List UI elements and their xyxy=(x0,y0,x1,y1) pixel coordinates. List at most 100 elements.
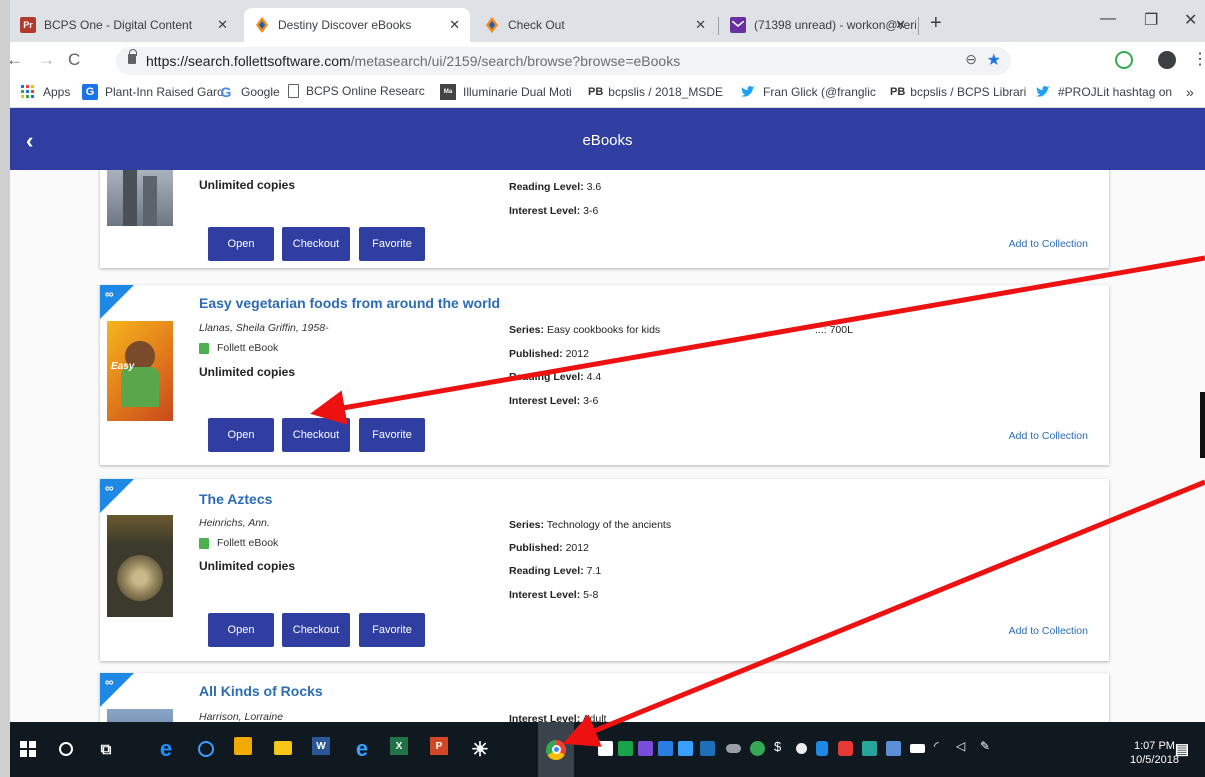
infinity-icon: ∞ xyxy=(105,675,114,689)
bookmark-label: #PROJLit hashtag on xyxy=(1058,85,1173,99)
restore-button[interactable]: ❐ xyxy=(1144,10,1158,30)
new-tab-button[interactable]: + xyxy=(930,12,942,35)
add-to-collection-link[interactable]: Add to Collection xyxy=(1009,238,1088,250)
meta-label: Interest Level: xyxy=(509,589,581,601)
close-icon[interactable]: ✕ xyxy=(217,17,228,33)
tab-separator xyxy=(718,17,719,35)
bookmark-apps[interactable]: Apps xyxy=(20,84,70,100)
bookmark-label: Apps xyxy=(43,85,71,99)
word-icon[interactable]: W xyxy=(312,737,330,755)
open-button[interactable]: Open xyxy=(208,227,274,261)
edge-icon[interactable]: e xyxy=(154,736,178,761)
meta-value: 2012 xyxy=(565,542,589,554)
address-bar[interactable]: https://search.follettsoftware.com/metas… xyxy=(116,47,1011,75)
app-tray-icon[interactable] xyxy=(618,741,633,756)
tab-label: BCPS One - Digital Content xyxy=(44,18,193,32)
app-tray-icon[interactable] xyxy=(700,741,715,756)
tab-check-out[interactable]: Check Out ✕ xyxy=(474,8,716,42)
open-button[interactable]: Open xyxy=(208,613,274,647)
infinity-icon: ∞ xyxy=(105,481,114,495)
close-icon[interactable]: ✕ xyxy=(895,17,906,33)
book-title[interactable]: The Aztecs xyxy=(199,491,272,507)
back-arrow-icon[interactable]: ← xyxy=(10,50,23,70)
screen: Pr BCPS One - Digital Content ✕ Destiny … xyxy=(10,0,1205,777)
published: Published: 2012 xyxy=(509,348,589,360)
close-icon[interactable]: ✕ xyxy=(695,17,706,33)
add-to-collection-link[interactable]: Add to Collection xyxy=(1009,430,1088,442)
bookmark-plant-inn[interactable]: G Plant-Inn Raised Garo xyxy=(82,84,224,100)
apps-grid-icon xyxy=(20,84,36,100)
menu-dots-icon[interactable]: ⋮ xyxy=(1192,49,1205,69)
favorite-button[interactable]: Favorite xyxy=(359,227,425,261)
book-author: Heinrichs, Ann. xyxy=(199,517,270,529)
tray-icon xyxy=(750,741,765,756)
search-circle-icon[interactable] xyxy=(54,737,78,761)
bookmarks-overflow-button[interactable]: » xyxy=(1186,84,1194,100)
book-title[interactable]: All Kinds of Rocks xyxy=(199,683,323,699)
g-icon: G xyxy=(82,84,98,100)
bookmark-google[interactable]: G Google xyxy=(218,84,280,100)
chrome-icon[interactable] xyxy=(538,722,574,777)
url-host: https://search.follettsoftware.com xyxy=(146,53,351,69)
battery-icon xyxy=(910,744,925,753)
tab-bcps-one[interactable]: Pr BCPS One - Digital Content ✕ xyxy=(10,8,238,42)
bookmark-bcpslis-msde[interactable]: PB bcpslis / 2018_MSDE xyxy=(588,84,723,100)
bookmark-fran-glick[interactable]: Fran Glick (@franglic xyxy=(740,84,876,100)
powerpoint-icon[interactable]: P xyxy=(430,737,448,755)
url-path: /metasearch/ui/2159/search/browse?browse… xyxy=(350,53,681,69)
app-tray-icon[interactable] xyxy=(638,741,653,756)
pb-icon: PB xyxy=(588,86,604,98)
checkout-button[interactable]: Checkout xyxy=(282,613,350,647)
favorite-button[interactable]: Favorite xyxy=(359,418,425,452)
notification-icon[interactable]: ▤ xyxy=(1170,737,1194,761)
app-tray-icon[interactable] xyxy=(598,741,613,756)
store-icon[interactable] xyxy=(234,737,252,755)
checkout-button[interactable]: Checkout xyxy=(282,418,350,452)
interest-level: Interest Level: 5-8 xyxy=(509,589,598,601)
windows-start-icon[interactable] xyxy=(16,737,40,761)
file-explorer-icon[interactable] xyxy=(274,741,292,755)
close-icon[interactable]: ✕ xyxy=(449,17,460,33)
reading-level: Reading Level: 3.6 xyxy=(509,181,601,193)
scrollbar-handle[interactable] xyxy=(1200,392,1205,458)
bookmark-label: Fran Glick (@franglic xyxy=(763,85,876,99)
app-tray-icon[interactable] xyxy=(678,741,693,756)
favorite-button[interactable]: Favorite xyxy=(359,613,425,647)
bookmark-illuminarie[interactable]: Ma Illuminarie Dual Moti xyxy=(440,84,572,100)
zoom-icon[interactable]: ⊖ xyxy=(965,51,977,68)
format-label: Follett eBook xyxy=(199,537,278,549)
ie-icon[interactable]: e xyxy=(350,736,374,761)
destiny-discover-icon xyxy=(484,17,500,33)
open-button[interactable]: Open xyxy=(208,418,274,452)
tab-destiny-discover[interactable]: Destiny Discover eBooks ✕ xyxy=(244,8,470,42)
task-view-icon[interactable]: ⧉ xyxy=(94,737,118,761)
book-cover xyxy=(107,709,173,722)
tab-label: (71398 unread) - workon@verizo xyxy=(754,18,916,32)
series: Series: Technology of the ancients xyxy=(509,519,671,531)
app-tray-icon[interactable] xyxy=(658,741,673,756)
tab-mail[interactable]: (71398 unread) - workon@verizo ✕ xyxy=(720,8,916,42)
brightness-icon[interactable]: ☀ xyxy=(468,737,492,761)
book-title[interactable]: Easy vegetarian foods from around the wo… xyxy=(199,295,500,311)
meta-value: 2012 xyxy=(565,348,589,360)
follett-ebook-icon xyxy=(199,342,209,354)
bookmark-projlit[interactable]: #PROJLit hashtag on xyxy=(1035,84,1172,100)
star-icon[interactable]: ★ xyxy=(987,50,1001,70)
pb-icon: PB xyxy=(890,86,906,98)
profile-icon[interactable] xyxy=(1158,51,1176,69)
illuminarie-icon: Ma xyxy=(440,84,456,100)
bookmark-bcpslis-librari[interactable]: PB bcpslis / BCPS Librari xyxy=(890,84,1026,100)
format-text: Follett eBook xyxy=(217,342,279,354)
forward-arrow-icon[interactable]: → xyxy=(38,50,55,70)
extension-icon[interactable] xyxy=(1115,51,1133,69)
power-icon[interactable] xyxy=(194,737,218,761)
reload-icon[interactable]: C xyxy=(68,50,80,70)
minimize-button[interactable]: — xyxy=(1100,10,1116,28)
checkout-button[interactable]: Checkout xyxy=(282,227,350,261)
close-window-button[interactable]: ✕ xyxy=(1184,10,1197,30)
meta-value: 3-6 xyxy=(583,205,599,217)
excel-icon[interactable]: X xyxy=(390,737,408,755)
format-text: Follett eBook xyxy=(217,537,279,549)
bookmark-bcps-online-research[interactable]: BCPS Online Researc xyxy=(288,84,425,98)
add-to-collection-link[interactable]: Add to Collection xyxy=(1009,625,1088,637)
